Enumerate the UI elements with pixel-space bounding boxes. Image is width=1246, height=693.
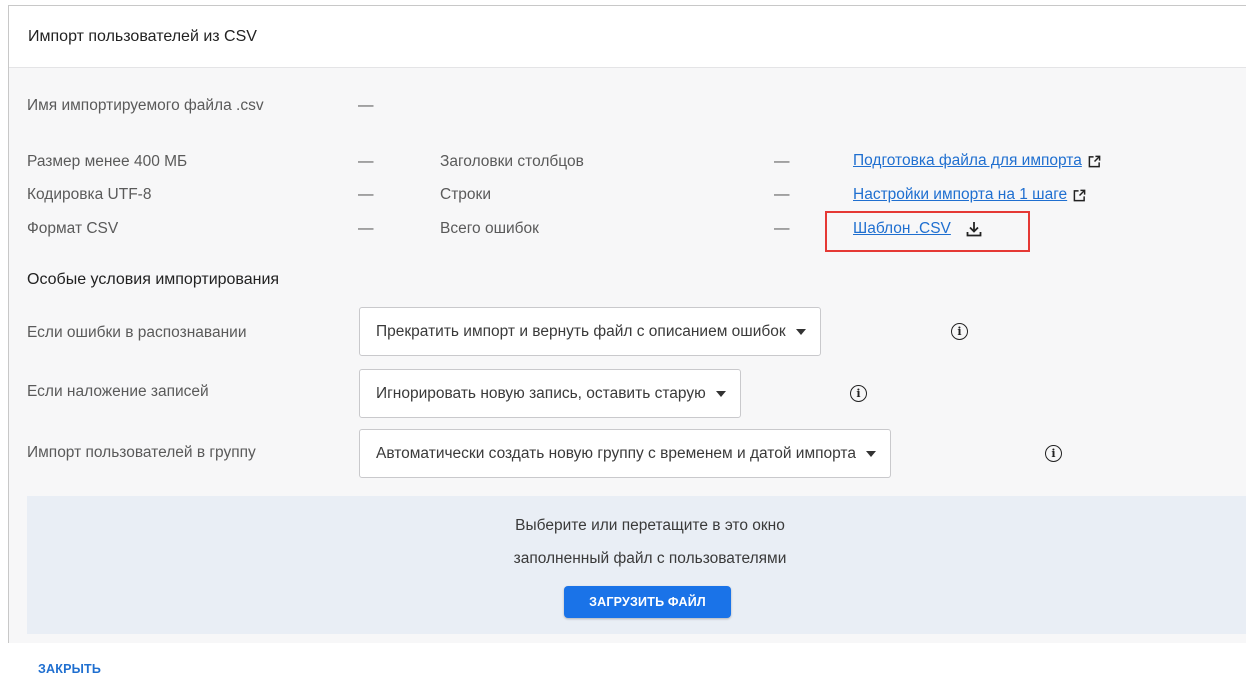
prepare-file-link[interactable]: Подготовка файла для импорта xyxy=(853,152,1101,170)
dropzone-text-line1: Выберите или перетащите в это окно xyxy=(515,517,785,534)
template-csv-link[interactable]: Шаблон .CSV xyxy=(853,220,983,238)
info-icon[interactable]: i xyxy=(850,385,867,402)
chevron-down-icon xyxy=(795,328,806,335)
check-encoding-value: — xyxy=(358,186,374,203)
condition-label-overlap: Если наложение записей xyxy=(27,383,209,400)
download-icon xyxy=(966,222,982,237)
upload-file-button[interactable]: ЗАГРУЗИТЬ ФАЙЛ xyxy=(564,586,731,618)
close-button[interactable]: ЗАКРЫТЬ xyxy=(38,662,101,676)
file-name-label: Имя импортируемого файла .csv xyxy=(27,97,264,114)
dialog-header: Импорт пользователей из CSV xyxy=(9,6,1246,68)
check-size-value: — xyxy=(358,153,374,170)
dialog-footer xyxy=(8,643,1246,693)
overlap-select[interactable]: Игнорировать новую запись, оставить стар… xyxy=(359,369,741,418)
info-icon[interactable]: i xyxy=(951,323,968,340)
condition-label-group: Импорт пользователей в группу xyxy=(27,444,256,461)
check-size-label: Размер менее 400 МБ xyxy=(27,153,188,170)
external-link-icon xyxy=(1088,155,1101,167)
import-settings-link[interactable]: Настройки импорта на 1 шаге xyxy=(853,186,1086,204)
group-select[interactable]: Автоматически создать новую группу с вре… xyxy=(359,429,891,478)
overlap-select-value: Игнорировать новую запись, оставить стар… xyxy=(376,384,706,402)
template-csv-link-label: Шаблон .CSV xyxy=(853,220,951,237)
stat-headers-label: Заголовки столбцов xyxy=(440,153,584,170)
stat-errors-value: — xyxy=(774,220,790,237)
stat-errors-label: Всего ошибок xyxy=(440,220,539,237)
chevron-down-icon xyxy=(865,450,876,457)
chevron-down-icon xyxy=(715,390,726,397)
dialog-title: Импорт пользователей из CSV xyxy=(28,27,257,45)
prepare-file-link-label: Подготовка файла для импорта xyxy=(853,152,1082,169)
stat-headers-value: — xyxy=(774,153,790,170)
errors-select[interactable]: Прекратить импорт и вернуть файл с описа… xyxy=(359,307,821,356)
external-link-icon xyxy=(1073,189,1086,201)
file-name-value: — xyxy=(358,97,374,114)
stat-rows-value: — xyxy=(774,186,790,203)
dropzone-text-line2: заполненный файл с пользователями xyxy=(513,550,787,567)
errors-select-value: Прекратить импорт и вернуть файл с описа… xyxy=(376,322,786,340)
group-select-value: Автоматически создать новую группу с вре… xyxy=(376,444,856,462)
conditions-title: Особые условия импортирования xyxy=(27,271,280,288)
check-encoding-label: Кодировка UTF-8 xyxy=(27,186,152,203)
import-settings-link-label: Настройки импорта на 1 шаге xyxy=(853,186,1068,203)
stat-rows-label: Строки xyxy=(440,186,491,203)
info-icon[interactable]: i xyxy=(1045,445,1062,462)
condition-label-errors: Если ошибки в распознавании xyxy=(27,324,247,341)
check-format-value: — xyxy=(358,220,374,237)
check-format-label: Формат CSV xyxy=(27,220,119,237)
